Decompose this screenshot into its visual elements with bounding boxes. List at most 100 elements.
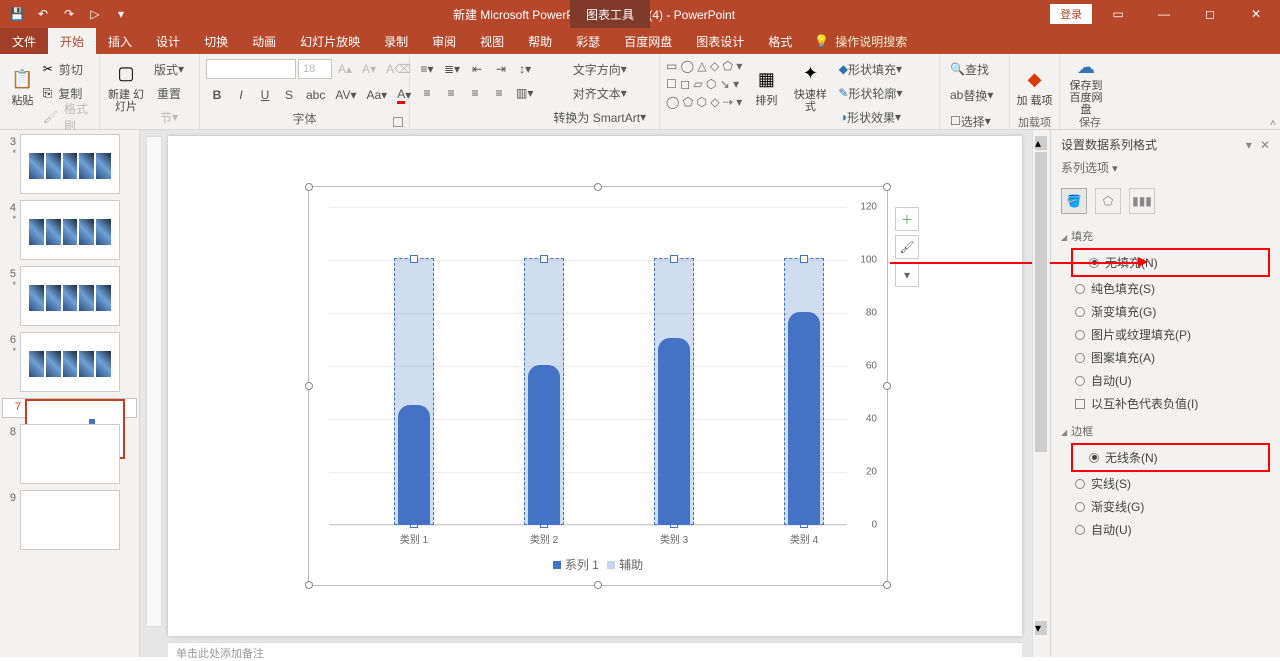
fill-pattern-option[interactable]: 图案填充(A) (1061, 346, 1270, 369)
tab-transition[interactable]: 切换 (192, 28, 240, 54)
slide-thumbnail[interactable]: 6* (2, 332, 137, 392)
fill-auto-option[interactable]: 自动(U) (1061, 369, 1270, 392)
border-auto-option[interactable]: 自动(U) (1061, 518, 1270, 541)
arrange-button[interactable]: ▦排列 (746, 58, 786, 114)
save-icon[interactable]: 💾 (6, 3, 28, 25)
justify-button[interactable]: ≡ (488, 82, 510, 104)
section-border[interactable]: 边框 (1061, 423, 1270, 439)
replace-button[interactable]: ab 替换 ▾ (946, 84, 997, 106)
shadow-button[interactable]: abc (302, 84, 329, 106)
slide-thumbnail[interactable]: 8 (2, 424, 137, 484)
border-none-option[interactable]: 无线条(N) (1075, 446, 1266, 469)
tab-review[interactable]: 审阅 (420, 28, 468, 54)
slide-thumbnail[interactable]: 7 (2, 398, 137, 418)
fill-line-tab[interactable]: 🪣 (1061, 188, 1087, 214)
tab-slideshow[interactable]: 幻灯片放映 (288, 28, 372, 54)
tell-me[interactable]: 💡操作说明搜索 (804, 28, 917, 54)
chart-legend[interactable]: 系列 1 辅助 (309, 556, 887, 573)
series-options-dropdown[interactable]: 系列选项 ▾ (1061, 159, 1270, 176)
minimize-icon[interactable]: — (1144, 0, 1184, 28)
fill-picture-option[interactable]: 图片或纹理填充(P) (1061, 323, 1270, 346)
align-right-button[interactable]: ≡ (464, 82, 486, 104)
paste-button[interactable]: 📋粘贴 (6, 58, 39, 114)
qat-more-icon[interactable]: ▾ (110, 3, 132, 25)
underline-button[interactable]: U (254, 84, 276, 106)
font-family-select[interactable] (206, 59, 296, 79)
indent-dec-button[interactable]: ⇤ (466, 58, 488, 80)
tab-home[interactable]: 开始 (48, 28, 96, 54)
notes-placeholder[interactable]: 单击此处添加备注 (168, 642, 1022, 660)
tab-help[interactable]: 帮助 (516, 28, 564, 54)
effects-tab[interactable]: ⬠ (1095, 188, 1121, 214)
shapeoutline-button[interactable]: ✎ 形状轮廓 ▾ (834, 82, 906, 104)
columns-button[interactable]: ▥▾ (512, 82, 537, 104)
align-center-button[interactable]: ≡ (440, 82, 462, 104)
quickstyle-button[interactable]: ✦快速样式 (790, 58, 830, 114)
tab-insert[interactable]: 插入 (96, 28, 144, 54)
find-button[interactable]: 🔍 查找 (946, 58, 993, 80)
fill-solid-option[interactable]: 纯色填充(S) (1061, 277, 1270, 300)
font-size-select[interactable] (298, 59, 332, 79)
start-slideshow-icon[interactable]: ▷ (84, 3, 106, 25)
slide-thumbnail[interactable]: 5* (2, 266, 137, 326)
slide-thumbnails[interactable]: 3*4*5*6* 7 89 (0, 130, 140, 657)
tab-chartdesign[interactable]: 图表设计 (684, 28, 756, 54)
tab-view[interactable]: 视图 (468, 28, 516, 54)
decrease-font-icon[interactable]: A▾ (358, 58, 380, 80)
cut-button[interactable]: 剪切 (55, 58, 87, 80)
increase-font-icon[interactable]: A▴ (334, 58, 356, 80)
tab-baiduwangpan[interactable]: 百度网盘 (612, 28, 684, 54)
border-solid-option[interactable]: 实线(S) (1061, 472, 1270, 495)
textdir-button[interactable]: 文字方向 ▾ (549, 58, 650, 80)
section-button[interactable]: 节 ▾ (150, 106, 188, 128)
tab-record[interactable]: 录制 (372, 28, 420, 54)
layout-button[interactable]: 版式 ▾ (150, 58, 188, 80)
smartart-button[interactable]: 转换为 SmartArt ▾ (549, 106, 650, 128)
strike-button[interactable]: S (278, 84, 300, 106)
chart-elements-button[interactable]: ＋ (895, 207, 919, 231)
select-button[interactable]: ☐ 选择 ▾ (946, 110, 995, 132)
slide-thumbnail[interactable]: 3* (2, 134, 137, 194)
pane-close-icon[interactable]: ✕ (1260, 138, 1270, 152)
numbering-button[interactable]: ≣▾ (440, 58, 464, 80)
vertical-scrollbar[interactable]: ▴ ▾ (1032, 130, 1050, 657)
fill-gradient-option[interactable]: 渐变填充(G) (1061, 300, 1270, 323)
italic-button[interactable]: I (230, 84, 252, 106)
border-gradient-option[interactable]: 渐变线(G) (1061, 495, 1270, 518)
indent-inc-button[interactable]: ⇥ (490, 58, 512, 80)
linespacing-button[interactable]: ↕▾ (514, 58, 536, 80)
tab-animation[interactable]: 动画 (240, 28, 288, 54)
tab-file[interactable]: 文件 (0, 28, 48, 54)
shapes-gallery[interactable]: ▭ ◯ △ ◇ ⬠ ▾ ☐ ◻ ▱ ⬡ ↘ ▾ ◯ ⬠ ⬡ ◇ ⇢ ▾ (666, 58, 742, 110)
close-icon[interactable]: ✕ (1236, 0, 1276, 28)
slide-thumbnail[interactable]: 4* (2, 200, 137, 260)
ribbon-display-icon[interactable]: ▭ (1098, 0, 1138, 28)
shapeeffects-button[interactable]: ◑ 形状效果 ▾ (834, 106, 906, 128)
maximize-icon[interactable]: ◻ (1190, 0, 1230, 28)
tab-caise[interactable]: 彩瑟 (564, 28, 612, 54)
bullets-button[interactable]: ≡▾ (416, 58, 438, 80)
tab-design[interactable]: 设计 (144, 28, 192, 54)
login-button[interactable]: 登录 (1050, 4, 1092, 24)
pane-dropdown-icon[interactable]: ▾ (1246, 138, 1252, 152)
chart-filters-button[interactable]: ▾ (895, 263, 919, 287)
reset-button[interactable]: 重置 (150, 82, 188, 104)
shapefill-button[interactable]: ◆ 形状填充 ▾ (834, 58, 906, 80)
case-button[interactable]: Aa▾ (363, 84, 392, 106)
slide-thumbnail[interactable]: 9 (2, 490, 137, 550)
undo-icon[interactable]: ↶ (32, 3, 54, 25)
spacing-button[interactable]: AV▾ (331, 84, 360, 106)
chart-plot-area[interactable]: 020406080100120类别 1类别 2类别 3类别 4 (329, 207, 847, 525)
addins-button[interactable]: ◆加 载项 (1016, 58, 1053, 114)
new-slide-button[interactable]: ▢新建 幻灯片 (106, 58, 146, 114)
section-fill[interactable]: 填充 (1061, 228, 1270, 244)
redo-icon[interactable]: ↷ (58, 3, 80, 25)
chart-object[interactable]: 020406080100120类别 1类别 2类别 3类别 4 系列 1 辅助 … (308, 186, 888, 586)
tab-format[interactable]: 格式 (756, 28, 804, 54)
bold-button[interactable]: B (206, 84, 228, 106)
align-left-button[interactable]: ≡ (416, 82, 438, 104)
chart-styles-button[interactable]: 🖌 (895, 235, 919, 259)
collapse-ribbon-icon[interactable]: ˄ (1270, 118, 1276, 129)
slide-canvas[interactable]: 020406080100120类别 1类别 2类别 3类别 4 系列 1 辅助 … (168, 136, 1022, 636)
fill-invert-option[interactable]: 以互补色代表负值(I) (1061, 392, 1270, 415)
